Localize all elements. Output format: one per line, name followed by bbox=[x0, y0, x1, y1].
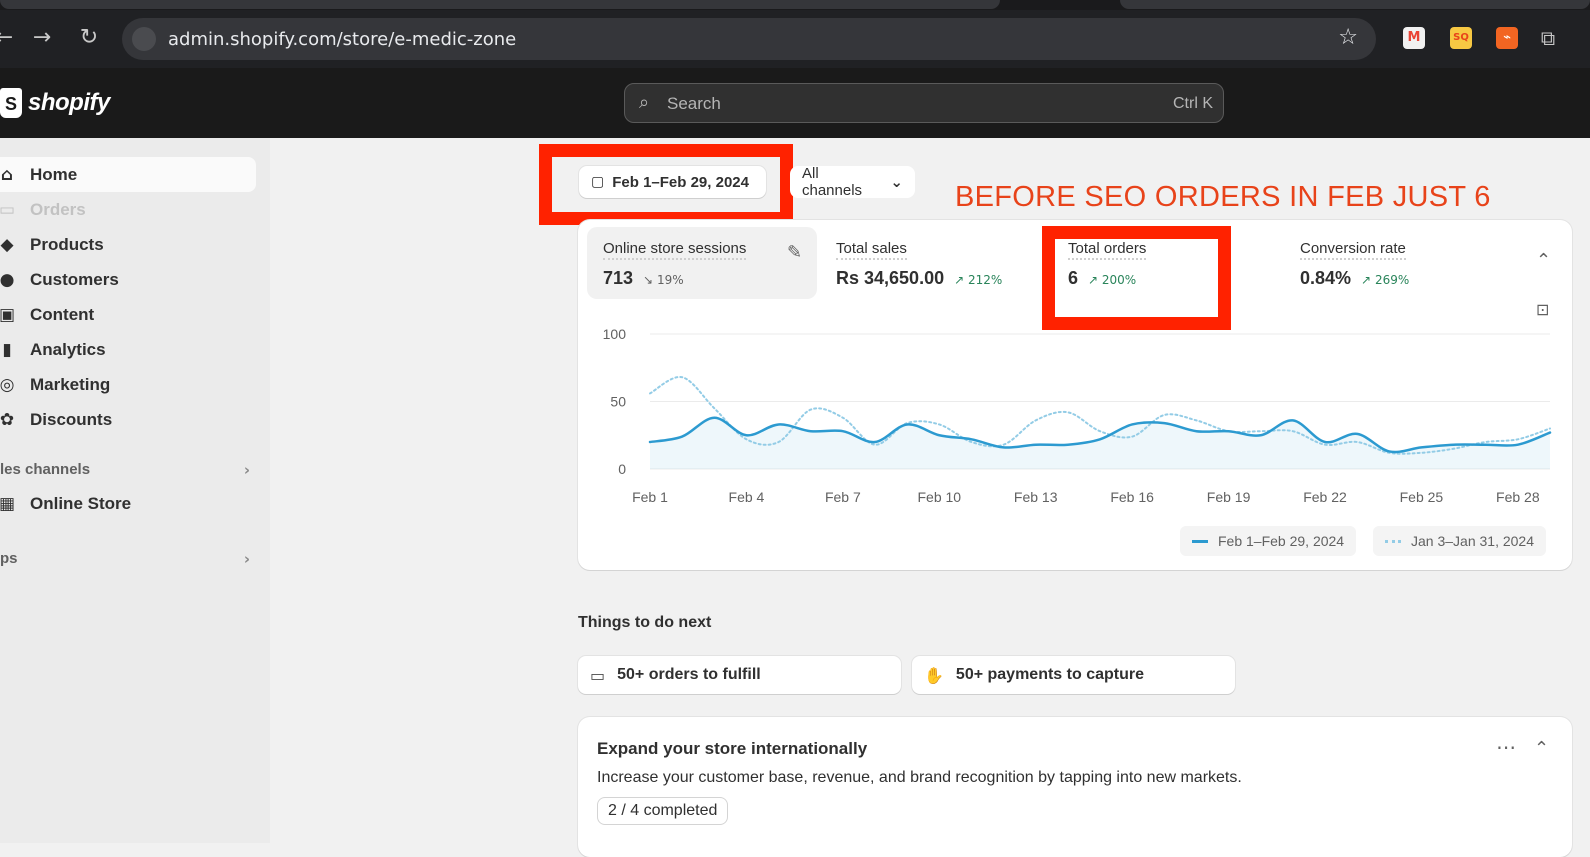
x-tick-label: Feb 16 bbox=[1110, 489, 1154, 505]
expand-card-title: Expand your store internationally bbox=[597, 739, 868, 758]
y-tick-label: 100 bbox=[603, 326, 627, 342]
legend-item-previous[interactable]: Jan 3–Jan 31, 2024 bbox=[1373, 526, 1546, 556]
legend-swatch bbox=[1192, 539, 1208, 543]
y-tick-label: 0 bbox=[618, 461, 626, 477]
payment-icon: ✋ bbox=[924, 665, 944, 685]
more-options-icon[interactable]: ⋯ bbox=[1496, 735, 1516, 759]
x-tick-label: Feb 22 bbox=[1303, 489, 1347, 505]
legend-label: Feb 1–Feb 29, 2024 bbox=[1218, 533, 1345, 549]
inbox-icon: ▭ bbox=[590, 665, 606, 685]
x-tick-label: Feb 19 bbox=[1207, 489, 1251, 505]
y-tick-label: 50 bbox=[610, 394, 626, 410]
legend-swatch bbox=[1385, 539, 1401, 543]
chevron-up-icon[interactable]: ⌃ bbox=[1534, 738, 1549, 759]
payments-to-capture-button[interactable]: ✋ 50+ payments to capture bbox=[912, 656, 1235, 694]
progress-badge: 2 / 4 completed bbox=[597, 797, 729, 825]
task-label: 50+ orders to fulfill bbox=[617, 666, 761, 683]
expand-card-description: Increase your customer base, revenue, an… bbox=[597, 769, 1242, 786]
x-tick-label: Feb 4 bbox=[729, 489, 765, 505]
x-tick-label: Feb 1 bbox=[632, 489, 668, 505]
task-label: 50+ payments to capture bbox=[955, 666, 1144, 683]
legend-label: Jan 3–Jan 31, 2024 bbox=[1411, 533, 1534, 549]
x-tick-label: Feb 25 bbox=[1400, 489, 1444, 505]
legend-item-current[interactable]: Feb 1–Feb 29, 2024 bbox=[1180, 526, 1357, 556]
x-tick-label: Feb 13 bbox=[1014, 489, 1058, 505]
expand-internationally-card bbox=[578, 717, 1572, 857]
x-tick-label: Feb 10 bbox=[917, 489, 961, 505]
things-to-do-heading: Things to do next bbox=[578, 614, 712, 631]
x-tick-label: Feb 7 bbox=[825, 489, 861, 505]
orders-to-fulfill-button[interactable]: ▭ 50+ orders to fulfill bbox=[578, 656, 901, 694]
x-tick-label: Feb 28 bbox=[1496, 489, 1540, 505]
